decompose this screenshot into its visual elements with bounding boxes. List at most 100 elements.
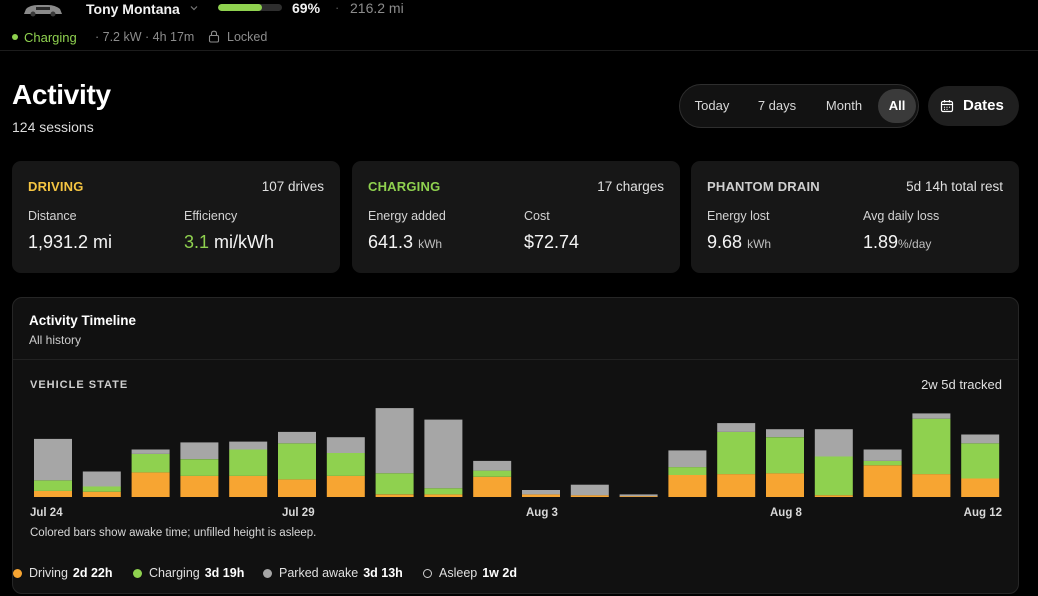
bar-parked-0[interactable] xyxy=(34,438,72,481)
bar-charging-4[interactable] xyxy=(229,449,268,476)
tab-month[interactable]: Month xyxy=(814,89,874,123)
legend-parked-value: 3d 13h xyxy=(363,566,403,580)
dates-button[interactable]: Dates xyxy=(928,86,1019,126)
charging-card: CHARGING 17 charges Energy added 641.3 k… xyxy=(352,161,680,273)
tab-all[interactable]: All xyxy=(878,89,916,123)
bar-parked-1[interactable] xyxy=(82,471,121,487)
bar-driving-8[interactable] xyxy=(424,494,463,497)
date-range-tabs: Today 7 days Month All xyxy=(679,84,919,128)
bar-driving-0[interactable] xyxy=(34,490,72,497)
vehicle-state-chart xyxy=(34,408,1000,498)
efficiency-value: 3.1 mi/kWh xyxy=(184,232,274,253)
bar-parked-9[interactable] xyxy=(473,460,512,471)
estimated-range: 216.2 mi xyxy=(350,0,404,16)
bar-parked-17[interactable] xyxy=(863,449,902,461)
bar-charging-3[interactable] xyxy=(180,459,219,476)
bar-charging-7[interactable] xyxy=(375,473,414,495)
phantom-drain-card-title: PHANTOM DRAIN xyxy=(707,179,820,194)
timeline-title: Activity Timeline xyxy=(29,313,137,328)
car-icon xyxy=(24,5,62,17)
session-count: 124 sessions xyxy=(12,119,94,135)
battery-level-bar xyxy=(218,4,282,11)
bar-charging-16[interactable] xyxy=(814,456,853,496)
bar-parked-11[interactable] xyxy=(570,484,609,496)
bar-charging-8[interactable] xyxy=(424,488,463,495)
lock-status: Locked xyxy=(227,30,268,44)
charging-details: · 7.2 kW · 4h 17m xyxy=(95,30,195,44)
bar-charging-15[interactable] xyxy=(766,437,804,474)
bar-parked-8[interactable] xyxy=(424,419,463,489)
bar-parked-14[interactable] xyxy=(717,423,756,432)
bar-driving-16[interactable] xyxy=(814,495,853,497)
bar-driving-6[interactable] xyxy=(326,475,365,497)
bar-parked-19[interactable] xyxy=(961,434,1000,444)
x-tick-label: Aug 8 xyxy=(770,507,802,519)
bar-parked-5[interactable] xyxy=(278,431,316,444)
bar-parked-15[interactable] xyxy=(766,429,804,438)
charging-status: Charging xyxy=(24,30,77,45)
bar-charging-9[interactable] xyxy=(473,470,512,477)
legend-asleep-value: 1w 2d xyxy=(482,566,517,580)
bar-driving-14[interactable] xyxy=(717,474,756,497)
bar-charging-6[interactable] xyxy=(326,453,365,476)
bar-parked-3[interactable] xyxy=(180,442,219,460)
bar-driving-17[interactable] xyxy=(863,465,902,497)
bar-parked-12[interactable] xyxy=(619,494,658,497)
bar-parked-4[interactable] xyxy=(229,441,268,450)
bar-parked-18[interactable] xyxy=(912,413,951,419)
chart-note: Colored bars show awake time; unfilled h… xyxy=(30,527,317,539)
bar-charging-1[interactable] xyxy=(82,486,121,492)
legend-asleep-dot xyxy=(423,569,432,578)
legend-parked-dot xyxy=(263,569,272,578)
bar-charging-2[interactable] xyxy=(131,453,170,473)
avg-daily-loss-number: 1.89 xyxy=(863,232,899,252)
avg-daily-loss-unit: %/day xyxy=(898,237,932,251)
legend-driving-value: 2d 22h xyxy=(72,566,113,580)
distance-label: Distance xyxy=(28,209,77,223)
bar-charging-5[interactable] xyxy=(278,443,316,480)
efficiency-unit: mi/kWh xyxy=(214,232,275,252)
bar-driving-19[interactable] xyxy=(961,478,1000,498)
drive-count: 107 drives xyxy=(261,179,324,194)
bar-charging-0[interactable] xyxy=(34,480,72,491)
bar-charging-13[interactable] xyxy=(668,467,707,475)
bar-driving-5[interactable] xyxy=(278,479,316,497)
tab-today[interactable]: Today xyxy=(686,89,738,123)
vehicle-name[interactable]: Tony Montana xyxy=(86,1,180,17)
energy-lost-value: 9.68 kWh xyxy=(707,232,771,253)
bar-charging-14[interactable] xyxy=(717,431,756,475)
vehicle-state-label: VEHICLE STATE xyxy=(30,379,129,391)
chevron-down-icon[interactable] xyxy=(189,3,199,13)
bar-charging-18[interactable] xyxy=(912,418,951,475)
page-title: Activity xyxy=(12,79,111,110)
energy-added-number: 641.3 xyxy=(368,232,414,252)
bar-driving-15[interactable] xyxy=(766,473,804,497)
bar-parked-7[interactable] xyxy=(375,408,414,474)
bar-driving-9[interactable] xyxy=(473,476,512,497)
tab-7-days[interactable]: 7 days xyxy=(744,89,810,123)
bar-driving-12[interactable] xyxy=(619,496,658,497)
bar-parked-16[interactable] xyxy=(814,429,853,457)
bar-parked-13[interactable] xyxy=(668,450,707,468)
bar-driving-1[interactable] xyxy=(82,491,121,497)
bar-charging-19[interactable] xyxy=(961,443,1000,479)
bar-driving-10[interactable] xyxy=(522,494,560,497)
bar-parked-10[interactable] xyxy=(522,490,560,495)
bar-driving-3[interactable] xyxy=(180,475,219,497)
battery-percent: 69% xyxy=(292,0,321,16)
timeline-subtitle: All history xyxy=(29,333,82,347)
bar-charging-17[interactable] xyxy=(863,460,902,466)
charging-card-title: CHARGING xyxy=(368,179,441,194)
bar-driving-2[interactable] xyxy=(131,472,170,497)
energy-lost-number: 9.68 xyxy=(707,232,743,252)
bar-parked-2[interactable] xyxy=(131,449,170,454)
avg-daily-loss-label: Avg daily loss xyxy=(863,209,940,223)
bar-parked-6[interactable] xyxy=(326,437,365,453)
bar-driving-4[interactable] xyxy=(229,475,268,497)
bar-driving-11[interactable] xyxy=(570,495,609,497)
distance-value: 1,931.2 mi xyxy=(28,232,113,252)
cost-value: $72.74 xyxy=(524,232,580,252)
bar-driving-7[interactable] xyxy=(375,494,414,497)
bar-driving-13[interactable] xyxy=(668,475,707,497)
bar-driving-18[interactable] xyxy=(912,474,951,497)
